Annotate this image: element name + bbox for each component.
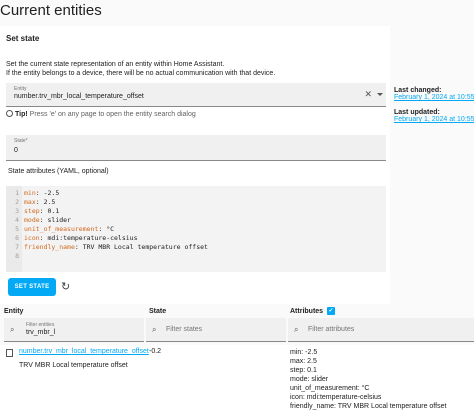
filter-entities-value[interactable]: trv_mbr_l (26, 329, 55, 336)
line-number: 6 (15, 234, 19, 242)
search-icon: ⌕ (294, 325, 299, 334)
col-state: State (149, 308, 167, 315)
attribute-line: mode: slider (290, 376, 329, 383)
yaml-lines[interactable]: min: -2.5 max: 2.5 step: 0.1 mode: slider un… (24, 189, 208, 261)
close-icon[interactable]: ✕ (364, 89, 372, 100)
filter-row: ⌕ Filter entities trv_mbr_l ⌕ Filter sta… (0, 318, 474, 342)
yaml-key: icon (24, 234, 40, 242)
attribute-line: icon: mdi:temperature-celsius (290, 394, 382, 401)
table-header: Entity State Attributes ✓ (0, 306, 474, 318)
yaml-value: 0.1 (43, 207, 60, 215)
filter-entities-input[interactable]: ⌕ Filter entities trv_mbr_l (4, 318, 144, 342)
description-line-1: Set the current state representation of … (6, 61, 225, 68)
yaml-value: -2.5 (39, 189, 60, 197)
set-state-card: Set state Set the current state represen… (0, 26, 390, 304)
entity-picker[interactable]: Entity number.trv_mbr_local_temperature_… (6, 83, 386, 107)
yaml-value: 2.5 (39, 198, 56, 206)
refresh-icon[interactable]: ↻ (61, 280, 70, 293)
search-icon: ⌕ (10, 325, 15, 334)
yaml-line[interactable]: friendly_name: TRV MBR Local temperature… (24, 243, 208, 252)
line-number: 2 (15, 198, 19, 206)
yaml-key: step (24, 207, 40, 215)
lightbulb-icon (6, 110, 13, 117)
description-line-2: If the entity belongs to a device, there… (6, 70, 276, 77)
yaml-line[interactable]: icon: mdi:temperature-celsius (24, 234, 208, 243)
last-updated-value[interactable]: February 1, 2024 at 10:55:21 (394, 116, 474, 123)
yaml-line[interactable]: unit_of_measurement: °C (24, 225, 208, 234)
yaml-line[interactable]: min: -2.5 (24, 189, 208, 198)
page-title: Current entities (0, 2, 102, 19)
line-number: 7 (15, 243, 19, 251)
row-state: -0.2 (149, 348, 162, 355)
line-number: 1 (15, 189, 19, 197)
yaml-key: max (24, 198, 36, 206)
yaml-key: min (24, 189, 36, 197)
attribute-line: friendly_name: TRV MBR Local temperature… (290, 403, 447, 410)
yaml-value: slider (43, 216, 71, 224)
attribute-line: unit_of_measurement: °C (290, 385, 370, 392)
attribute-line: min: -2.5 (290, 349, 318, 356)
attribute-line: step: 0.1 (290, 367, 317, 374)
yaml-line[interactable]: max: 2.5 (24, 198, 208, 207)
filter-entities-label: Filter entities (26, 322, 55, 328)
tip: Tip! Press 'e' on any page to open the e… (6, 110, 196, 118)
last-updated-label: Last updated: (394, 109, 440, 116)
set-state-header: Set state (6, 34, 40, 43)
yaml-editor[interactable]: 12345678 min: -2.5 max: 2.5 step: 0.1 mode:… (6, 186, 386, 272)
col-attributes: Attributes (290, 308, 324, 315)
yaml-key: friendly_name (24, 243, 75, 251)
yaml-key: unit_of_measurement (24, 225, 99, 233)
copy-icon[interactable] (6, 349, 13, 357)
line-number: 3 (15, 207, 19, 215)
tip-text: Press 'e' on any page to open the entity… (27, 111, 196, 118)
row-entity-id[interactable]: number.trv_mbr_local_temperature_offset (19, 348, 149, 355)
yaml-value: °C (102, 225, 115, 233)
yaml-value: TRV MBR Local temperature offset (78, 243, 208, 251)
col-entity: Entity (4, 308, 24, 315)
entity-label: Entity (14, 86, 27, 92)
yaml-line[interactable]: step: 0.1 (24, 207, 208, 216)
last-changed-value[interactable]: February 1, 2024 at 10:55:21 (394, 94, 474, 101)
line-number: 8 (15, 252, 19, 260)
attributes-label: State attributes (YAML, optional) (8, 168, 109, 175)
chevron-down-icon[interactable] (377, 93, 383, 96)
tip-bold: Tip! (15, 111, 28, 118)
row-friendly-name: TRV MBR Local temperature offset (19, 362, 128, 369)
table-row: number.trv_mbr_local_temperature_offset … (0, 345, 474, 414)
search-icon: ⌕ (152, 325, 157, 334)
yaml-key: mode (24, 216, 40, 224)
set-state-button[interactable]: SET STATE (8, 278, 56, 296)
yaml-line[interactable] (24, 252, 208, 261)
entity-value[interactable]: number.trv_mbr_local_temperature_offset (14, 93, 144, 100)
filter-attributes-placeholder: Filter attributes (308, 326, 355, 333)
checkbox-checked-icon[interactable]: ✓ (327, 307, 335, 315)
filter-attributes-input[interactable]: ⌕ Filter attributes (288, 318, 474, 342)
state-value[interactable]: 0 (14, 147, 18, 154)
line-number: 4 (15, 216, 19, 224)
yaml-line[interactable]: mode: slider (24, 216, 208, 225)
state-input[interactable]: State* 0 (6, 135, 386, 161)
state-label: State* (14, 138, 28, 144)
last-changed-label: Last changed: (394, 87, 442, 94)
row-attributes: min: -2.5 max: 2.5 step: 0.1 mode: slider un… (290, 348, 446, 411)
timestamps: Last changed: February 1, 2024 at 10:55:… (394, 87, 474, 123)
line-numbers: 12345678 (6, 186, 22, 272)
attribute-line: max: 2.5 (290, 358, 317, 365)
yaml-value: mdi:temperature-celsius (43, 234, 138, 242)
filter-states-input[interactable]: ⌕ Filter states (146, 318, 286, 342)
filter-states-placeholder: Filter states (166, 326, 203, 333)
set-state-description: Set the current state representation of … (6, 60, 275, 78)
line-number: 5 (15, 225, 19, 233)
